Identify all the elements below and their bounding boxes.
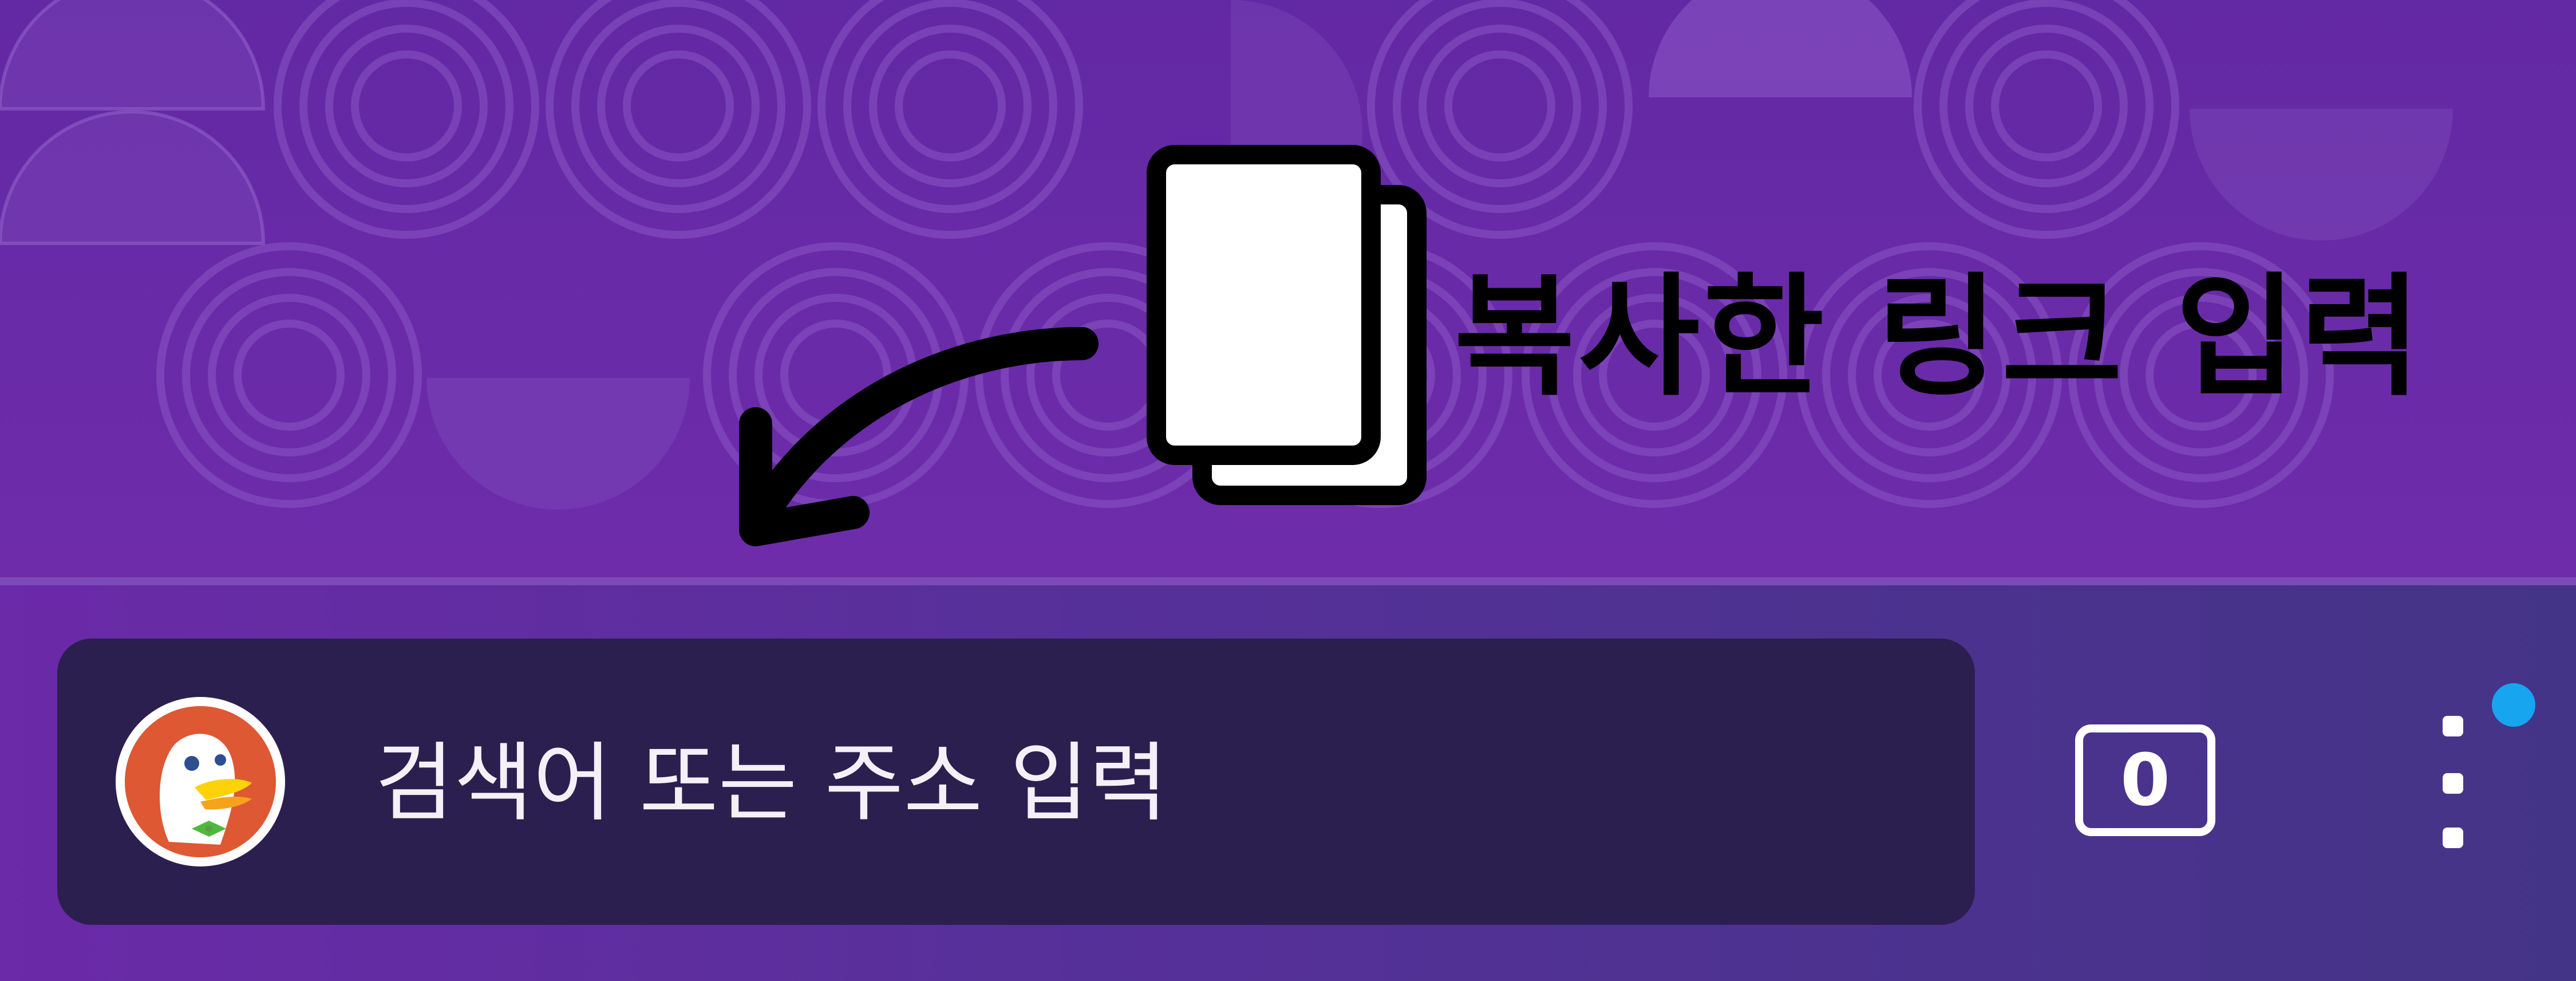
overflow-menu-button[interactable]	[2419, 710, 2487, 859]
duckduckgo-logo-icon[interactable]	[114, 696, 286, 868]
browser-screen: 검색어 또는 주소 입력 0 복사한 링크 입력	[0, 0, 2576, 981]
address-input[interactable]: 검색어 또는 주소 입력	[375, 726, 1168, 841]
vertical-dots-icon	[2443, 716, 2463, 736]
vertical-dots-icon	[2443, 828, 2463, 848]
vertical-dots-icon	[2443, 773, 2463, 794]
annotation-label: 복사한 링크 입력	[1454, 261, 2425, 414]
copy-icon	[1145, 143, 1437, 510]
toolbar-divider	[0, 577, 2576, 585]
notification-dot	[2492, 683, 2535, 727]
tab-switcher-button[interactable]: 0	[2075, 724, 2215, 836]
